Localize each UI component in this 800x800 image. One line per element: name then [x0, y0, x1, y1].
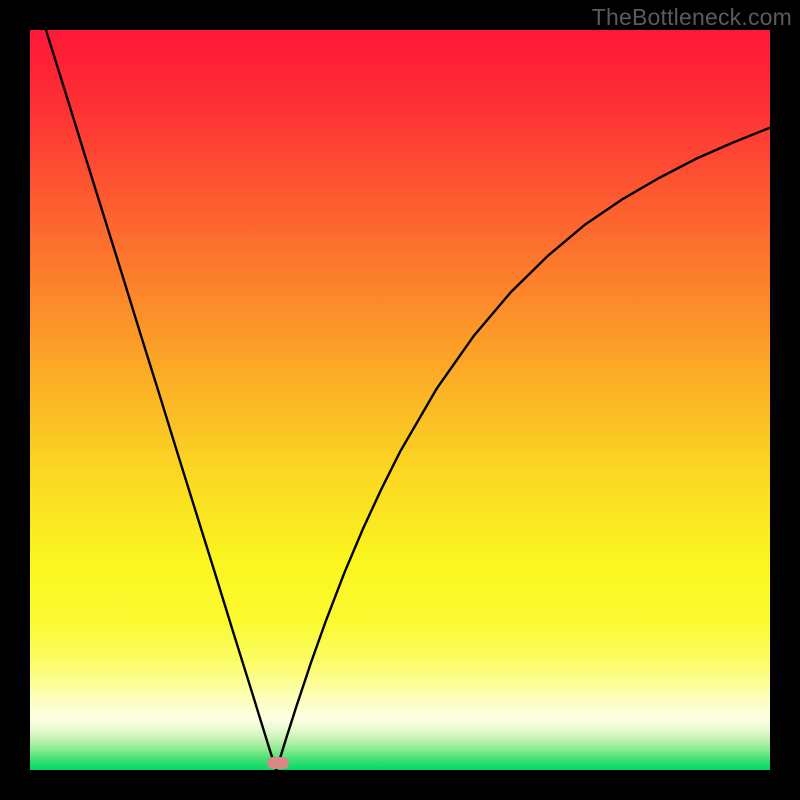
outer-frame: TheBottleneck.com — [0, 0, 800, 800]
optimum-marker — [267, 757, 289, 769]
bottleneck-curve — [30, 30, 770, 770]
curve-layer — [30, 30, 770, 770]
watermark-text: TheBottleneck.com — [592, 4, 792, 31]
plot-area — [30, 30, 770, 770]
